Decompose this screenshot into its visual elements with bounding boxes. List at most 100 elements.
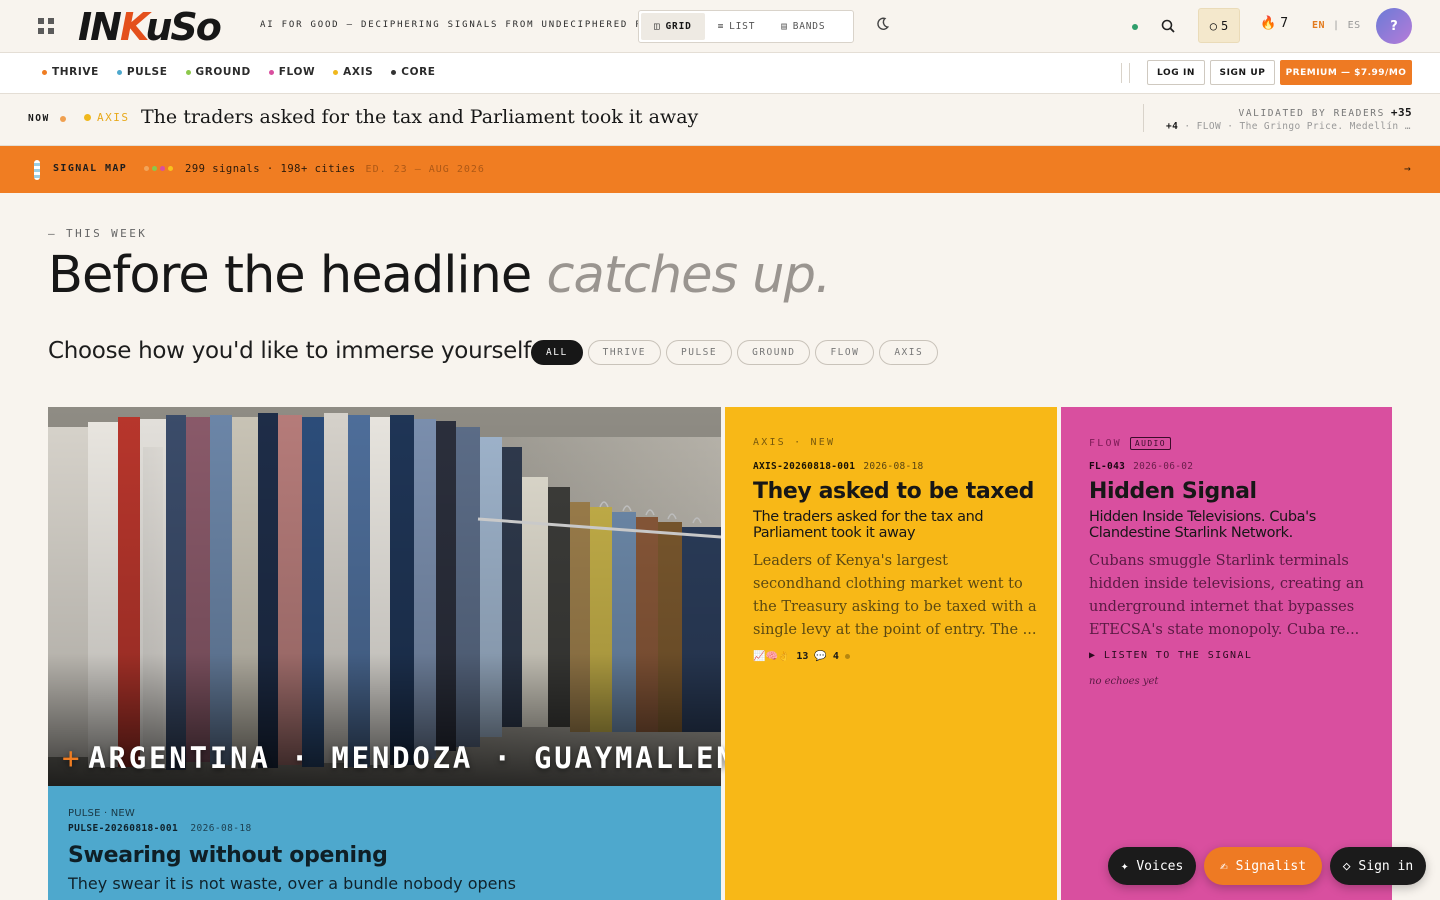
nav-divider [1129, 63, 1130, 83]
now-ticker: NOW AXIS The traders asked for the tax a… [0, 94, 1440, 146]
section-eyebrow: — THIS WEEK [48, 227, 148, 240]
reaction-emojis-icon: 📈🧠👌 [753, 651, 791, 662]
plus-icon: + [62, 741, 83, 775]
ticker-secondary-item[interactable]: +4 · FLOW · The Gringo Price. Medellín B… [1166, 121, 1412, 132]
signal-dots-icon [144, 166, 173, 171]
flow-dot-icon [268, 69, 274, 75]
login-button[interactable]: LOG IN [1147, 60, 1205, 85]
arrow-right-icon[interactable]: → [1404, 162, 1411, 175]
category-flow[interactable]: FLOW [268, 66, 315, 78]
search-icon[interactable] [1160, 18, 1176, 34]
featured-image[interactable] [48, 407, 721, 786]
signup-button[interactable]: SIGN UP [1210, 60, 1275, 85]
axis-dot-icon [84, 114, 91, 121]
online-status-dot [1132, 24, 1138, 30]
view-switcher: ◫ GRID ≡ LIST ▤ BANDS [638, 10, 854, 43]
bands-view-icon: ▤ [781, 21, 788, 32]
status-dot-icon [844, 654, 850, 659]
card-body: Cubans smuggle Starlink terminals hidden… [1089, 553, 1364, 638]
audio-badge: AUDIO [1129, 437, 1171, 450]
filter-all[interactable]: ALL [531, 340, 583, 365]
card-title[interactable]: Hidden Signal [1089, 479, 1257, 504]
category-thrive[interactable]: THRIVE [42, 66, 99, 78]
flow-card[interactable]: FLOW AUDIO FL-043 2026-06-02 Hidden Signal… [1061, 407, 1392, 900]
pulse-card[interactable]: PULSE · NEW PULSE-20260818-001 2026-08-1… [48, 786, 721, 900]
comment-count: 4 [832, 651, 839, 662]
category-list: THRIVE PULSE GROUND FLOW AXIS CORE [42, 66, 436, 78]
language-switcher: EN | ES [1312, 20, 1361, 31]
now-label: NOW [28, 113, 50, 124]
signal-map-stats: 299 signals · 198+ cities ED. 23 — AUG 20… [185, 163, 485, 175]
ticker-tag[interactable]: AXIS [84, 111, 130, 124]
view-grid-button[interactable]: ◫ GRID [641, 13, 705, 40]
streak-counter[interactable]: 🔥 7 [1260, 16, 1288, 31]
category-pulse[interactable]: PULSE [116, 66, 168, 78]
avatar[interactable]: ? [1376, 8, 1412, 44]
filter-pills: ALL THRIVE PULSE GROUND FLOW AXIS [531, 340, 939, 365]
immerse-prompt: Choose how you'd like to immerse yoursel… [48, 338, 531, 364]
card-subtitle: Hidden Inside Televisions. Cuba's Clande… [1089, 509, 1316, 541]
nav-divider [1121, 63, 1122, 83]
card-reactions[interactable]: 📈🧠👌 13 💬 4 [753, 651, 850, 662]
signal-map-bar[interactable]: SIGNAL MAP 299 signals · 198+ cities ED. … [0, 146, 1440, 193]
top-bar: INKuSo AI FOR GOOD — DECIPHERING SIGNALS… [0, 0, 1440, 53]
location-label: + ARGENTINA · MENDOZA · GUAYMALLEN [62, 741, 737, 775]
sign-in-button[interactable]: ◇ Sign in [1330, 847, 1426, 885]
signal-map-icon [34, 160, 40, 180]
page-title: Before the headline catches up. [48, 246, 831, 305]
card-id: FL-043 2026-06-02 [1089, 461, 1194, 472]
listen-button[interactable]: ▶ LISTEN TO THE SIGNAL [1089, 650, 1252, 661]
signal-counter-button[interactable]: ○ 5 [1198, 8, 1240, 43]
card-tag: PULSE · NEW [68, 808, 136, 819]
comment-icon: 💬 [814, 651, 827, 662]
voices-button[interactable]: ✦ Voices [1108, 847, 1196, 885]
category-core[interactable]: CORE [391, 66, 435, 78]
ticker-headline[interactable]: The traders asked for the tax and Parlia… [141, 106, 698, 128]
axis-dot-icon [333, 69, 339, 75]
card-subtitle: The traders asked for the tax and Parlia… [753, 509, 984, 541]
tagline: AI FOR GOOD — DECIPHERING SIGNALS FROM U… [260, 20, 679, 30]
now-dot-icon [60, 116, 66, 122]
filter-axis[interactable]: AXIS [879, 340, 939, 365]
premium-button[interactable]: PREMIUM — $7.99/MO [1280, 60, 1412, 85]
fire-icon: 🔥 [1260, 16, 1277, 31]
card-title[interactable]: Swearing without opening [68, 843, 388, 868]
card-id: PULSE-20260818-001 2026-08-18 [68, 823, 252, 834]
card-subtitle: They swear it is not waste, over a bundl… [68, 874, 516, 893]
card-body: Leaders of Kenya's largest secondhand cl… [753, 553, 1037, 638]
filter-ground[interactable]: GROUND [737, 340, 811, 365]
card-title[interactable]: They asked to be taxed [753, 479, 1034, 504]
reaction-count: 13 [796, 651, 809, 662]
card-tag: FLOW AUDIO [1089, 437, 1171, 450]
view-list-button[interactable]: ≡ LIST [705, 13, 769, 40]
filter-flow[interactable]: FLOW [815, 340, 875, 365]
signal-circle-icon: ○ [1209, 18, 1217, 33]
lang-es-button[interactable]: ES [1348, 20, 1361, 31]
dark-mode-icon[interactable] [874, 16, 890, 32]
grid-view-icon: ◫ [654, 21, 661, 32]
lang-en-button[interactable]: EN [1312, 20, 1325, 31]
core-dot-icon [391, 69, 397, 75]
ground-dot-icon [185, 69, 191, 75]
lang-separator: | [1333, 20, 1340, 31]
category-ground[interactable]: GROUND [185, 66, 251, 78]
clothing-rack-photo [48, 407, 721, 786]
list-view-icon: ≡ [717, 21, 725, 32]
category-axis[interactable]: AXIS [333, 66, 373, 78]
signalist-button[interactable]: ✍ Signalist [1204, 847, 1322, 885]
apps-grid-icon[interactable] [38, 18, 54, 34]
echoes-status: no echoes yet [1089, 676, 1159, 687]
axis-card[interactable]: AXIS · NEW AXIS-20260818-001 2026-08-18 T… [725, 407, 1057, 900]
card-id: AXIS-20260818-001 2026-08-18 [753, 461, 924, 472]
category-nav: THRIVE PULSE GROUND FLOW AXIS CORE LOG I… [0, 53, 1440, 94]
pulse-dot-icon [116, 69, 122, 75]
filter-thrive[interactable]: THRIVE [587, 340, 661, 365]
ticker-divider [1143, 104, 1144, 132]
filter-pulse[interactable]: PULSE [666, 340, 733, 365]
card-tag: AXIS · NEW [753, 437, 836, 448]
validated-by-readers: VALIDATED BY READERS +35 [1238, 106, 1412, 119]
view-bands-button[interactable]: ▤ BANDS [768, 13, 838, 40]
thrive-dot-icon [42, 69, 47, 75]
signal-map-label: SIGNAL MAP [53, 163, 128, 174]
logo[interactable]: INKuSo [78, 6, 222, 48]
